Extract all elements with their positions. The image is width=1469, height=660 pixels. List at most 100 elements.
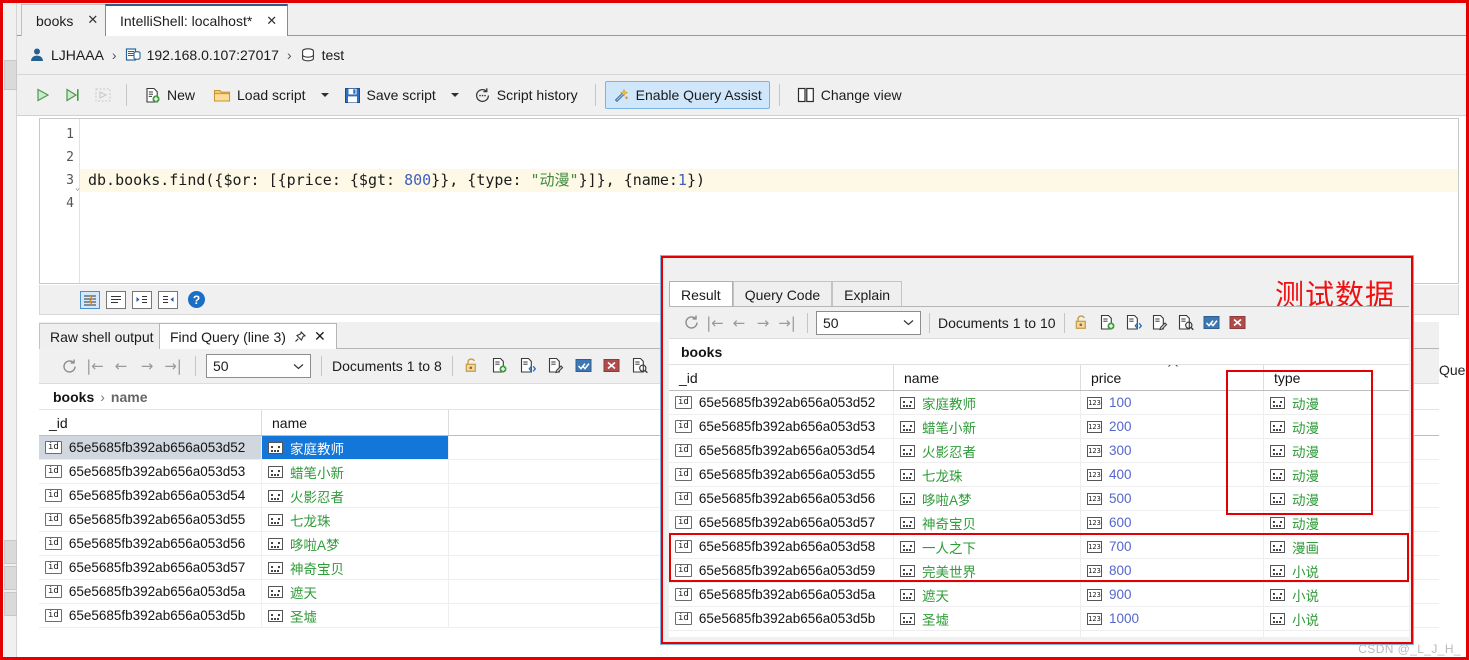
code-line-3[interactable]: db.books.find({$or: [{price: {$gt: 800}}… xyxy=(80,169,1458,192)
cell-id[interactable]: id 65e5685fb392ab656a053d57 xyxy=(39,556,262,579)
cell-price[interactable]: 123 300 xyxy=(1081,439,1264,462)
cell-id[interactable]: id 65e5685fb392ab656a053d55 xyxy=(669,463,894,486)
cell-id[interactable]: id 65e5685fb392ab656a053d5a xyxy=(669,583,894,606)
cell-price[interactable]: 123 400 xyxy=(1081,463,1264,486)
run-selection-button[interactable] xyxy=(59,81,87,109)
cell-price[interactable]: 123 100 xyxy=(1081,391,1264,414)
table-row[interactable]: id 65e5685fb392ab656a053d54 火影忍者 123 300 动漫 xyxy=(669,439,1409,463)
prev-page-icon[interactable]: ← xyxy=(109,354,133,378)
cell-id[interactable]: id 65e5685fb392ab656a053d54 xyxy=(669,439,894,462)
cell-id[interactable]: id 65e5685fb392ab656a053d59 xyxy=(669,559,894,582)
load-script-dropdown-icon[interactable] xyxy=(316,82,334,108)
column-header-type[interactable]: type xyxy=(1264,365,1409,390)
edit-document-icon[interactable] xyxy=(547,357,565,375)
cell-id[interactable]: id 65e5685fb392ab656a053d56 xyxy=(669,487,894,510)
table-row[interactable]: id 65e5685fb392ab656a053d57 神奇宝贝 123 600 动漫 xyxy=(669,511,1409,535)
view-json-icon[interactable] xyxy=(519,357,537,375)
table-row[interactable]: id 65e5685fb392ab656a053d56 哆啦A梦 123 500 动漫 xyxy=(669,487,1409,511)
cell-type[interactable]: 动漫 xyxy=(1264,511,1409,534)
first-page-icon[interactable]: |← xyxy=(703,311,727,335)
cell-name[interactable]: 火影忍者 xyxy=(262,484,449,507)
cell-type[interactable]: 动漫 xyxy=(1264,463,1409,486)
refresh-icon[interactable] xyxy=(57,354,81,378)
tab-books[interactable]: books ✕ xyxy=(21,4,110,36)
save-script-dropdown-icon[interactable] xyxy=(446,82,464,108)
cell-name[interactable]: 家庭教师 xyxy=(894,391,1081,414)
tab-result[interactable]: Result xyxy=(669,281,733,307)
cell-id[interactable]: id 65e5685fb392ab656a053d56 xyxy=(39,532,262,555)
cell-price[interactable]: 123 600 xyxy=(1081,511,1264,534)
script-history-button[interactable]: Script history xyxy=(466,81,586,109)
page-size-select[interactable]: 50 xyxy=(206,354,311,378)
cell-id[interactable]: id 65e5685fb392ab656a053d5a xyxy=(39,580,262,603)
next-page-icon[interactable]: → xyxy=(135,354,159,378)
enable-query-assist-button[interactable]: Enable Query Assist xyxy=(604,81,770,109)
cell-type[interactable]: 动漫 xyxy=(1264,415,1409,438)
cell-id[interactable]: id 65e5685fb392ab656a053d53 xyxy=(669,415,894,438)
cell-name[interactable]: 圣墟 xyxy=(262,604,449,627)
close-icon[interactable]: ✕ xyxy=(87,14,98,27)
close-icon[interactable]: ✕ xyxy=(314,328,326,345)
cancel-icon[interactable] xyxy=(603,357,621,375)
column-header-name[interactable]: name xyxy=(894,365,1081,390)
cell-name[interactable]: 火影忍者 xyxy=(894,439,1081,462)
cell-id[interactable]: id 65e5685fb392ab656a053d55 xyxy=(39,508,262,531)
strip-tab-bottom[interactable] xyxy=(4,592,17,616)
column-header-name[interactable]: name xyxy=(262,410,449,435)
breadcrumb-collection[interactable]: books xyxy=(53,389,94,405)
tab-intellishell[interactable]: IntelliShell: localhost* ✕ xyxy=(105,4,289,36)
column-header-id[interactable]: _id xyxy=(669,365,894,390)
cell-type[interactable]: 小说 xyxy=(1264,583,1409,606)
indent-right-icon[interactable] xyxy=(132,290,152,309)
cell-name[interactable]: 圣墟 xyxy=(894,607,1081,630)
wrap-lines-icon[interactable] xyxy=(106,290,126,309)
cell-type[interactable]: 动漫 xyxy=(1264,391,1409,414)
table-row[interactable]: id 65e5685fb392ab656a053d53 蜡笔小新 123 200 动漫 xyxy=(669,415,1409,439)
cell-id[interactable]: id 65e5685fb392ab656a053d58 xyxy=(669,535,894,558)
cell-name[interactable]: 一人之下 xyxy=(894,535,1081,558)
last-page-icon[interactable]: →| xyxy=(775,311,799,335)
save-script-button[interactable]: Save script xyxy=(336,81,444,109)
help-icon[interactable]: ? xyxy=(188,291,205,308)
cell-id[interactable]: id 65e5685fb392ab656a053d57 xyxy=(669,511,894,534)
lock-icon[interactable] xyxy=(1073,314,1091,332)
change-view-button[interactable]: Change view xyxy=(789,81,910,109)
column-header-id[interactable]: _id xyxy=(39,410,262,435)
next-page-icon[interactable]: → xyxy=(751,311,775,335)
cell-name[interactable]: 神奇宝贝 xyxy=(894,511,1081,534)
cell-id[interactable]: id 65e5685fb392ab656a053d54 xyxy=(39,484,262,507)
strip-tab-top[interactable] xyxy=(4,60,17,90)
table-row[interactable]: id 65e5685fb392ab656a053d52 家庭教师 123 100 动漫 xyxy=(669,391,1409,415)
lock-icon[interactable] xyxy=(463,357,481,375)
tab-raw-shell-output[interactable]: Raw shell output xyxy=(39,323,165,349)
tab-explain[interactable]: Explain xyxy=(832,281,903,307)
pin-icon[interactable] xyxy=(294,330,306,343)
cancel-icon[interactable] xyxy=(1229,314,1247,332)
cell-name[interactable]: 哆啦A梦 xyxy=(894,487,1081,510)
cell-name[interactable]: 蜡笔小新 xyxy=(894,415,1081,438)
last-page-icon[interactable]: →| xyxy=(161,354,185,378)
cell-price[interactable]: 123 800 xyxy=(1081,559,1264,582)
find-document-icon[interactable] xyxy=(1177,314,1195,332)
cell-id[interactable]: id 65e5685fb392ab656a053d53 xyxy=(39,460,262,483)
tab-query-code[interactable]: Query Code xyxy=(732,281,833,307)
cell-id[interactable]: id 65e5685fb392ab656a053d5b xyxy=(39,604,262,627)
tab-find-query[interactable]: Find Query (line 3) ✕ xyxy=(159,323,337,349)
cell-type[interactable]: 漫画 xyxy=(1264,535,1409,558)
cell-name[interactable]: 七龙珠 xyxy=(894,463,1081,486)
cell-name[interactable]: 遮天 xyxy=(894,583,1081,606)
cell-name[interactable]: 神奇宝贝 xyxy=(262,556,449,579)
table-row[interactable]: id 65e5685fb392ab656a053d5b 圣墟 123 1000 小说 xyxy=(669,607,1409,631)
breadcrumb-field[interactable]: name xyxy=(111,389,148,405)
page-size-select[interactable]: 50 xyxy=(816,310,921,335)
confirm-icon[interactable] xyxy=(575,357,593,375)
cell-price[interactable]: 123 700 xyxy=(1081,535,1264,558)
cell-name[interactable]: 完美世界 xyxy=(894,559,1081,582)
cell-name[interactable]: 蜡笔小新 xyxy=(262,460,449,483)
insert-document-icon[interactable] xyxy=(1099,314,1117,332)
edit-document-icon[interactable] xyxy=(1151,314,1169,332)
view-json-icon[interactable] xyxy=(1125,314,1143,332)
indent-left-icon[interactable] xyxy=(158,290,178,309)
cell-name[interactable]: 家庭教师 xyxy=(262,436,449,459)
close-icon[interactable]: ✕ xyxy=(266,15,277,28)
